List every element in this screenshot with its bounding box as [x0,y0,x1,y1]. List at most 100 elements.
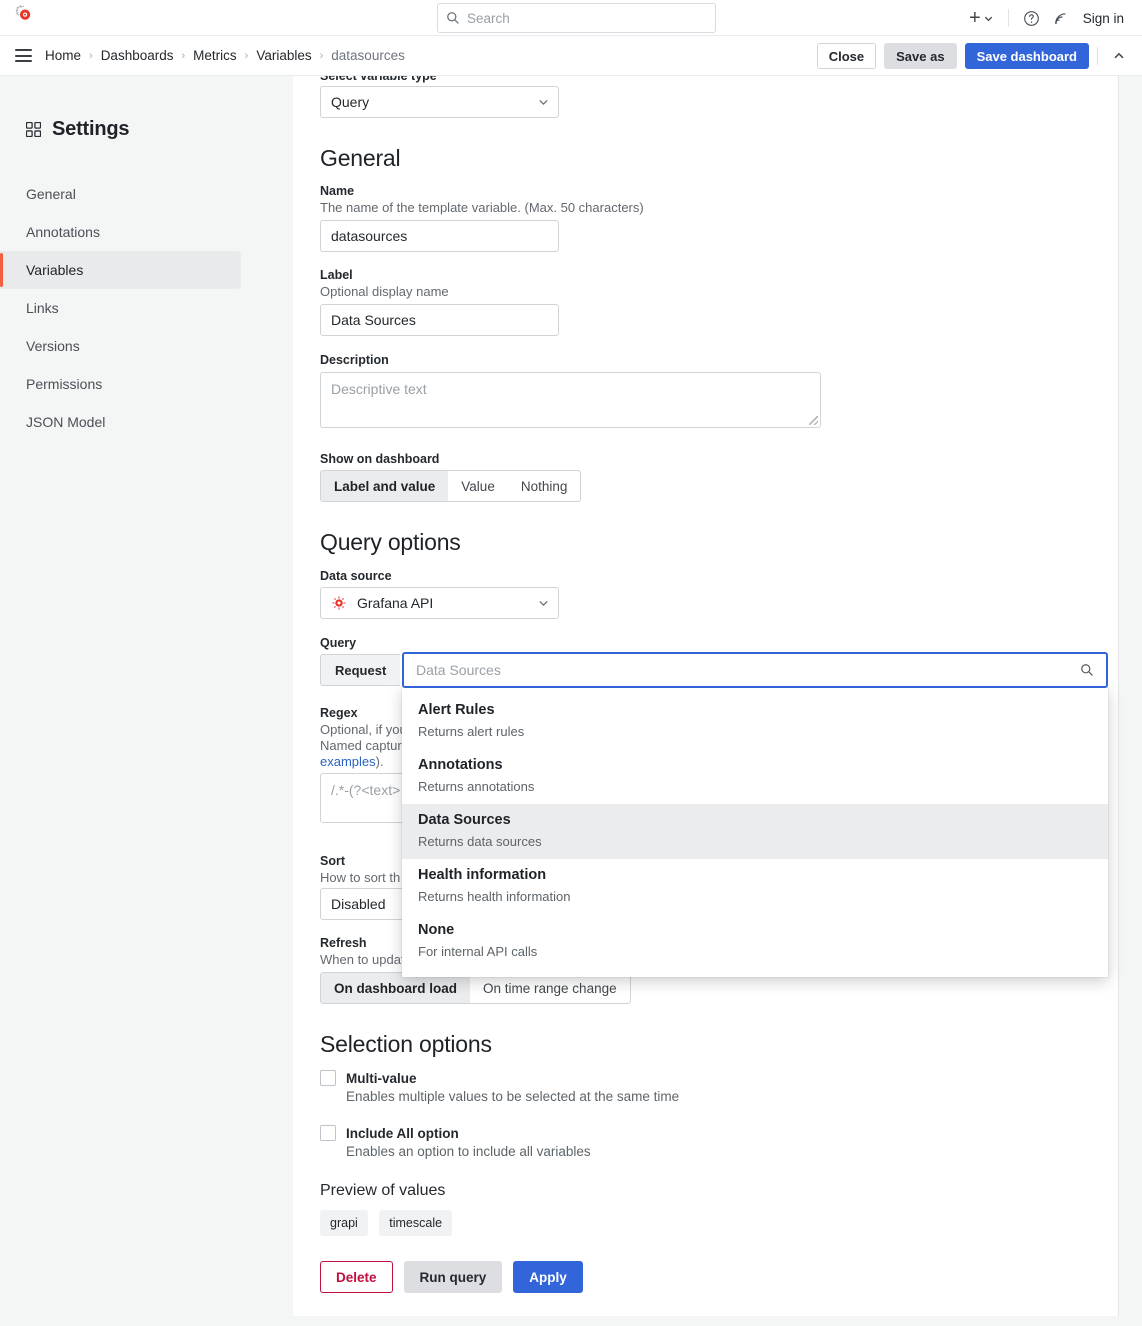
query-option-description: Returns annotations [418,779,535,794]
sidebar-item-versions[interactable]: Versions [0,327,241,365]
run-query-button[interactable]: Run query [403,1261,503,1293]
settings-sidebar: Settings General Annotations Variables L… [0,76,293,1326]
variable-type-label: Select variable type [320,76,437,83]
top-navigation-bar: Search + Sign in [0,0,1142,36]
breadcrumb-item-home[interactable]: Home [44,48,82,63]
save-dashboard-button[interactable]: Save dashboard [964,43,1089,69]
apps-grid-icon [26,122,41,137]
preview-values-list: grapi timescale [320,1210,459,1236]
sort-value: Disabled [331,896,386,912]
actions-divider [1097,47,1098,65]
query-search-placeholder: Data Sources [416,662,501,678]
label-field-label: Label [320,268,353,282]
resize-handle[interactable] [809,416,818,425]
query-option-annotations[interactable]: Annotations Returns annotations [402,749,1108,804]
chevron-down-icon [537,96,550,109]
multi-value-description: Enables multiple values to be selected a… [346,1089,680,1104]
query-option-data-sources[interactable]: Data Sources Returns data sources [402,804,1108,859]
preview-value-pill: timescale [379,1210,453,1236]
news-button[interactable] [1046,4,1075,32]
search-input[interactable]: Search [437,3,716,33]
plus-icon: + [969,7,981,29]
sign-in-link[interactable]: Sign in [1075,11,1132,26]
preview-of-values-title: Preview of values [320,1182,446,1199]
breadcrumb-separator: › [89,49,93,62]
collapse-toolbar-button[interactable] [1106,43,1132,69]
show-option-value[interactable]: Value [448,471,508,501]
query-options-section-heading: Query options [320,529,461,555]
settings-title-label: Settings [52,118,130,140]
dashboard-actions: Close Save as Save dashboard [816,36,1132,76]
breadcrumb-separator: › [244,49,249,62]
sidebar-item-permissions[interactable]: Permissions [0,365,241,403]
add-new-button[interactable]: + [963,4,1000,32]
chevron-down-icon [983,13,994,24]
sidebar-item-label: General [26,186,76,202]
multi-value-field-group: Multi-value Enables multiple values to b… [320,1070,679,1104]
name-input[interactable]: datasources [320,220,559,252]
delete-button[interactable]: Delete [320,1261,393,1293]
include-all-checkbox[interactable] [320,1125,336,1141]
description-textarea[interactable]: Descriptive text [320,372,821,428]
multi-value-label: Multi-value [346,1070,417,1086]
regex-examples-link[interactable]: examples [320,754,376,769]
include-all-label: Include All option [346,1125,459,1141]
query-option-title: None [418,922,455,938]
save-as-button[interactable]: Save as [884,43,957,69]
label-field-description: Optional display name [320,284,449,299]
include-all-field-group: Include All option Enables an option to … [320,1125,591,1159]
breadcrumb-item-metrics[interactable]: Metrics [192,48,238,63]
label-input[interactable]: Data Sources [320,304,559,336]
grafana-logo-link[interactable] [0,4,44,31]
topbar-divider-1 [1007,9,1009,27]
query-combobox: Data Sources Alert Rules Returns alert r… [402,652,1108,977]
show-on-dashboard-label: Show on dashboard [320,452,440,466]
query-option-description: Returns alert rules [418,724,525,739]
variable-type-select[interactable]: Query [320,86,559,118]
breadcrumb-bar: Home › Dashboards › Metrics › Variables … [0,36,1142,76]
sidebar-item-general[interactable]: General [0,175,241,213]
editor-footer-actions: Delete Run query Apply [320,1261,583,1293]
query-prefix-label: Request [320,654,401,686]
show-option-nothing[interactable]: Nothing [508,471,581,501]
breadcrumb-item-dashboards[interactable]: Dashboards [100,48,175,63]
sidebar-item-label: Links [26,300,59,316]
query-option-title: Annotations [418,757,503,773]
breadcrumb-separator: › [181,49,186,62]
label-input-value: Data Sources [331,312,416,328]
sidebar-item-variables[interactable]: Variables [0,251,241,289]
sidebar-item-json-model[interactable]: JSON Model [0,403,241,441]
settings-title: Settings [0,118,293,141]
query-search-input[interactable]: Data Sources [402,652,1108,688]
refresh-option-on-time-range-change[interactable]: On time range change [470,973,630,1003]
topbar-actions: + Sign in [963,0,1132,36]
chevron-up-icon [1112,49,1126,63]
refresh-option-on-dashboard-load[interactable]: On dashboard load [321,973,471,1003]
hamburger-menu-icon[interactable] [0,36,44,76]
data-source-label: Data source [320,569,392,583]
show-option-label-and-value[interactable]: Label and value [321,471,449,501]
breadcrumb: Home › Dashboards › Metrics › Variables … [44,48,406,63]
variable-type-value: Query [331,94,370,110]
multi-value-checkbox[interactable] [320,1070,336,1086]
close-button[interactable]: Close [816,43,877,69]
apply-button[interactable]: Apply [513,1261,583,1293]
include-all-description: Enables an option to include all variabl… [346,1144,591,1159]
breadcrumb-item-variables[interactable]: Variables [255,48,312,63]
query-option-alert-rules[interactable]: Alert Rules Returns alert rules [402,694,1108,749]
sidebar-item-annotations[interactable]: Annotations [0,213,241,251]
regex-placeholder: /.*-(?<text> [331,782,401,798]
help-button[interactable] [1017,4,1046,32]
sidebar-item-label: Versions [26,338,80,354]
query-option-none[interactable]: None For internal API calls [402,914,1108,969]
sidebar-item-label: Permissions [26,376,103,392]
sidebar-item-label: JSON Model [26,414,106,430]
sidebar-item-label: Annotations [26,224,100,240]
data-source-select[interactable]: Grafana API [320,587,559,619]
name-field-description: The name of the template variable. (Max.… [320,200,644,215]
query-option-description: Returns health information [418,889,571,904]
query-option-description: For internal API calls [418,944,538,959]
grafana-logo-icon [13,4,35,31]
sidebar-item-links[interactable]: Links [0,289,241,327]
query-option-health-information[interactable]: Health information Returns health inform… [402,859,1108,914]
